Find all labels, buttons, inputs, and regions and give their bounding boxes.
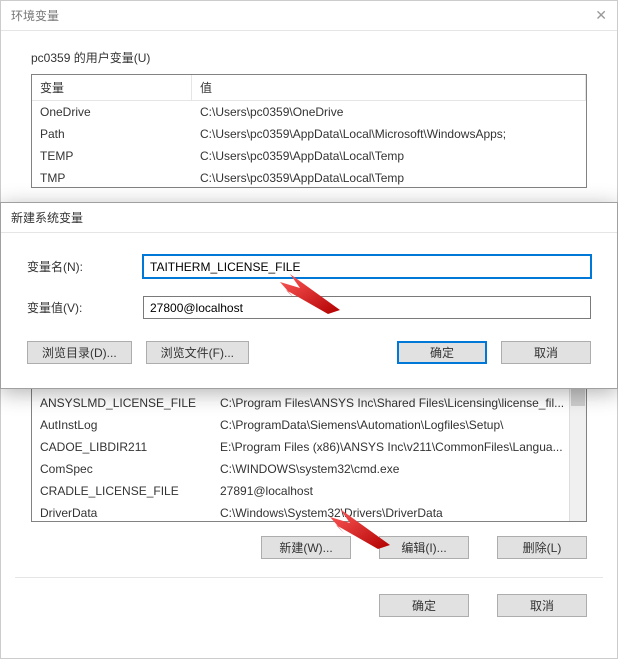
- user-vars-label: pc0359 的用户变量(U): [31, 49, 587, 66]
- variable-value-input[interactable]: [143, 296, 591, 319]
- table-row[interactable]: OneDrive C:\Users\pc0359\OneDrive: [32, 101, 586, 123]
- table-row[interactable]: DriverData C:\Windows\System32\Drivers\D…: [32, 502, 586, 522]
- browse-file-button[interactable]: 浏览文件(F)...: [146, 341, 249, 364]
- front-buttons-row: 浏览目录(D)... 浏览文件(F)... 确定 取消: [27, 337, 591, 378]
- var-value: C:\Users\pc0359\AppData\Local\Microsoft\…: [192, 125, 586, 143]
- col-value[interactable]: 值: [192, 75, 586, 100]
- new-sysvar-dialog: 新建系统变量 变量名(N): 变量值(V): 浏览目录(D)... 浏览文件(F…: [0, 202, 618, 389]
- cancel-button[interactable]: 取消: [501, 341, 591, 364]
- front-titlebar: 新建系统变量: [1, 203, 617, 233]
- edit-button[interactable]: 编辑(I)...: [379, 536, 469, 559]
- table-row[interactable]: ANSYSLMD_LICENSE_FILE C:\Program Files\A…: [32, 392, 586, 414]
- var-value: C:\ProgramData\Siemens\Automation\Logfil…: [212, 416, 586, 434]
- scrollbar[interactable]: [569, 370, 586, 521]
- var-value: C:\Users\pc0359\OneDrive: [192, 103, 586, 121]
- var-name: ANSYSLMD_LICENSE_FILE: [32, 394, 212, 412]
- var-name: CADOE_LIBDIR211: [32, 438, 212, 456]
- var-value: 27891@localhost: [212, 482, 586, 500]
- var-name: ComSpec: [32, 460, 212, 478]
- user-vars-table[interactable]: 变量 值 OneDrive C:\Users\pc0359\OneDrive P…: [31, 74, 587, 188]
- dialog-buttons: 确定 取消: [1, 578, 617, 617]
- var-name: CRADLE_LICENSE_FILE: [32, 482, 212, 500]
- var-name: AutInstLog: [32, 416, 212, 434]
- table-row[interactable]: TEMP C:\Users\pc0359\AppData\Local\Temp: [32, 145, 586, 167]
- var-value: C:\WINDOWS\system32\cmd.exe: [212, 460, 586, 478]
- browse-dir-button[interactable]: 浏览目录(D)...: [27, 341, 132, 364]
- back-titlebar: 环境变量 ✕: [1, 1, 617, 31]
- table-row[interactable]: Path C:\Users\pc0359\AppData\Local\Micro…: [32, 123, 586, 145]
- table-header: 变量 值: [32, 75, 586, 101]
- close-icon[interactable]: ✕: [595, 7, 607, 24]
- cancel-button[interactable]: 取消: [497, 594, 587, 617]
- user-vars-section: pc0359 的用户变量(U) 变量 值 OneDrive C:\Users\p…: [1, 31, 617, 202]
- system-vars-table[interactable]: ANSYSLIC_DIR C:\Program Files\ANSYS Inc\…: [31, 370, 587, 522]
- name-label: 变量名(N):: [27, 258, 143, 275]
- table-row[interactable]: TMP C:\Users\pc0359\AppData\Local\Temp: [32, 167, 586, 188]
- delete-button[interactable]: 删除(L): [497, 536, 587, 559]
- var-name: TMP: [32, 169, 192, 187]
- back-window-title: 环境变量: [11, 7, 595, 24]
- col-variable[interactable]: 变量: [32, 75, 192, 100]
- var-value: C:\Windows\System32\Drivers\DriverData: [212, 504, 586, 522]
- name-row: 变量名(N):: [27, 255, 591, 278]
- ok-button[interactable]: 确定: [379, 594, 469, 617]
- front-window-title: 新建系统变量: [11, 209, 607, 226]
- var-name: Path: [32, 125, 192, 143]
- var-value: E:\Program Files (x86)\ANSYS Inc\v211\Co…: [212, 438, 586, 456]
- var-value: C:\Users\pc0359\AppData\Local\Temp: [192, 169, 586, 187]
- value-label: 变量值(V):: [27, 299, 143, 316]
- var-name: OneDrive: [32, 103, 192, 121]
- var-name: TEMP: [32, 147, 192, 165]
- var-name: DriverData: [32, 504, 212, 522]
- table-row[interactable]: CRADLE_LICENSE_FILE 27891@localhost: [32, 480, 586, 502]
- variable-name-input[interactable]: [143, 255, 591, 278]
- ok-button[interactable]: 确定: [397, 341, 487, 364]
- new-button[interactable]: 新建(W)...: [261, 536, 351, 559]
- system-vars-section: ANSYSLIC_DIR C:\Program Files\ANSYS Inc\…: [1, 370, 617, 522]
- table-row[interactable]: ComSpec C:\WINDOWS\system32\cmd.exe: [32, 458, 586, 480]
- var-value: C:\Users\pc0359\AppData\Local\Temp: [192, 147, 586, 165]
- value-row: 变量值(V):: [27, 296, 591, 319]
- var-value: C:\Program Files\ANSYS Inc\Shared Files\…: [212, 394, 586, 412]
- system-vars-buttons: 新建(W)... 编辑(I)... 删除(L): [1, 522, 617, 565]
- table-row[interactable]: AutInstLog C:\ProgramData\Siemens\Automa…: [32, 414, 586, 436]
- table-row[interactable]: CADOE_LIBDIR211 E:\Program Files (x86)\A…: [32, 436, 586, 458]
